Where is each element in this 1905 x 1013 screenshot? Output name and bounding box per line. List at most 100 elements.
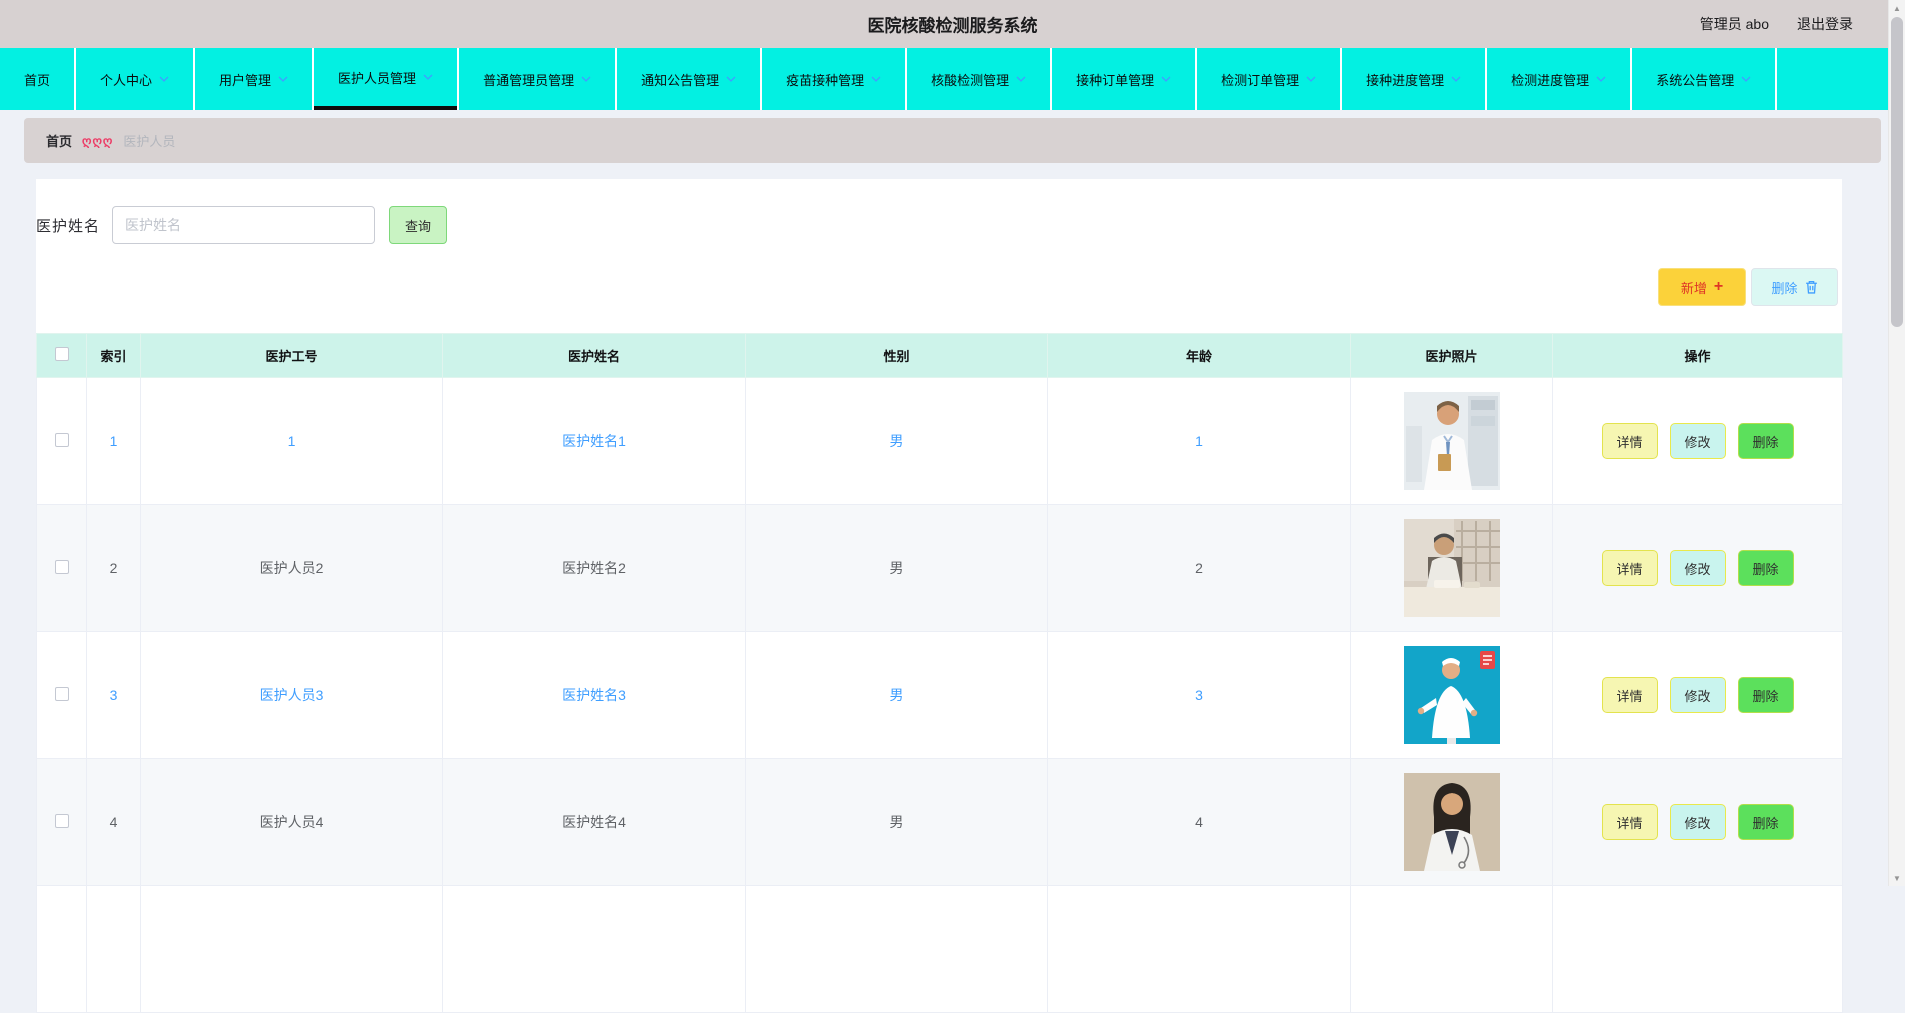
cell-name: 医护姓名3 — [442, 631, 746, 759]
nav-tab-user-management[interactable]: 用户管理 — [195, 48, 313, 110]
cell-staff-no: 医护人员2 — [140, 504, 443, 632]
vertical-scrollbar[interactable]: ▲ ▼ — [1888, 0, 1905, 886]
cell-age: 4 — [1047, 758, 1351, 886]
nav-tab-test-progress-management[interactable]: 检测进度管理 — [1487, 48, 1631, 110]
breadcrumb-home[interactable]: 首页 — [46, 131, 72, 150]
search-label: 医护姓名 — [36, 217, 101, 235]
cell-age: 1 — [1047, 377, 1351, 505]
chevron-down-icon — [726, 76, 736, 82]
cell-age: 3 — [1047, 631, 1351, 759]
detail-button[interactable]: 详情 — [1601, 804, 1658, 840]
detail-button[interactable]: 详情 — [1601, 550, 1658, 586]
chevron-down-icon — [159, 76, 169, 82]
row-checkbox[interactable] — [54, 686, 69, 701]
detail-button[interactable]: 详情 — [1601, 423, 1658, 459]
batch-delete-button[interactable]: 删除 — [1751, 268, 1838, 306]
row-actions: 详情 修改 删除 — [1553, 423, 1842, 459]
breadcrumb-separator-icon: ღღღ — [82, 133, 114, 148]
cell-index: 3 — [86, 631, 141, 759]
table-row[interactable]: 4 医护人员4 医护姓名4 男 4 详情 修改 删除 — [36, 758, 1843, 886]
row-checkbox[interactable] — [54, 432, 69, 447]
chevron-down-icon — [871, 76, 881, 82]
table-row[interactable]: 2 医护人员2 医护姓名2 男 2 详情 修改 删除 — [36, 504, 1843, 632]
chevron-down-icon — [1451, 76, 1461, 82]
scroll-up-arrow-icon[interactable]: ▲ — [1889, 0, 1905, 16]
header-checkbox-cell — [36, 333, 87, 378]
staff-name-input[interactable] — [112, 206, 376, 244]
row-checkbox[interactable] — [54, 559, 69, 574]
chevron-down-icon — [581, 76, 591, 82]
nav-tab-home[interactable]: 首页 — [0, 48, 75, 110]
select-all-checkbox[interactable] — [54, 347, 69, 361]
nav-tab-medical-staff-management[interactable]: 医护人员管理 — [314, 48, 458, 110]
query-button[interactable]: 查询 — [389, 206, 448, 244]
table-header-row: 索引 医护工号 医护姓名 性别 年龄 医护照片 操作 — [36, 333, 1843, 378]
delete-button[interactable]: 删除 — [1737, 804, 1794, 840]
cell-gender: 男 — [745, 758, 1048, 886]
delete-button[interactable]: 删除 — [1737, 550, 1794, 586]
cell-staff-no: 1 — [140, 377, 443, 505]
edit-button[interactable]: 修改 — [1669, 677, 1726, 713]
add-button[interactable]: 新增 + — [1658, 268, 1746, 306]
plus-icon: + — [1713, 278, 1724, 295]
scrollbar-thumb[interactable] — [1891, 17, 1903, 327]
staff-photo-female-doctor[interactable] — [1403, 773, 1500, 871]
staff-photo-male-doctor-standing[interactable] — [1403, 392, 1500, 490]
column-header-staff-no: 医护工号 — [140, 333, 443, 378]
chevron-down-icon — [423, 74, 433, 80]
chevron-down-icon — [1741, 76, 1751, 82]
column-header-photo: 医护照片 — [1350, 333, 1553, 378]
cell-name: 医护姓名1 — [442, 377, 746, 505]
nav-tab-general-admin-management[interactable]: 普通管理员管理 — [459, 48, 616, 110]
cell-name: 医护姓名2 — [442, 504, 746, 632]
cell-gender: 男 — [745, 504, 1048, 632]
column-header-age: 年龄 — [1047, 333, 1351, 378]
main-nav: 首页 个人中心 用户管理 医护人员管理 普通管理员管理 通知公告管理 疫苗接种管… — [0, 48, 1905, 110]
cell-staff-no: 医护人员4 — [140, 758, 443, 886]
chevron-down-icon — [1596, 76, 1606, 82]
cell-age: 2 — [1047, 504, 1351, 632]
row-actions: 详情 修改 删除 — [1553, 677, 1842, 713]
cell-index: 4 — [86, 758, 141, 886]
cell-staff-no: 医护人员3 — [140, 631, 443, 759]
row-checkbox[interactable] — [54, 813, 69, 828]
breadcrumb-current: 医护人员 — [123, 134, 176, 149]
nav-tab-vaccine-management[interactable]: 疫苗接种管理 — [762, 48, 906, 110]
nav-tab-vaccination-progress-management[interactable]: 接种进度管理 — [1342, 48, 1486, 110]
cell-gender: 男 — [745, 631, 1048, 759]
scroll-down-arrow-icon[interactable]: ▼ — [1889, 870, 1905, 886]
nav-tab-nucleic-test-management[interactable]: 核酸检测管理 — [907, 48, 1051, 110]
trash-icon — [1805, 280, 1818, 294]
cell-index: 2 — [86, 504, 141, 632]
top-header: 医院核酸检测服务系统 管理员 abo 退出登录 — [0, 0, 1905, 48]
edit-button[interactable]: 修改 — [1669, 550, 1726, 586]
page-title: 医院核酸检测服务系统 — [867, 16, 1038, 36]
staff-photo-doctor-at-desk[interactable] — [1403, 519, 1500, 617]
edit-button[interactable]: 修改 — [1669, 804, 1726, 840]
table-toolbar: 新增 + 删除 — [36, 268, 1842, 306]
staff-photo-nurse-teal-background[interactable] — [1403, 646, 1500, 744]
delete-button[interactable]: 删除 — [1737, 677, 1794, 713]
nav-filler — [1777, 48, 1905, 110]
table-row[interactable]: 1 1 医护姓名1 男 1 详情 修改 删除 — [36, 377, 1843, 505]
table-row[interactable]: 3 医护人员3 医护姓名3 男 3 详情 修改 删除 — [36, 631, 1843, 759]
admin-user-label: 管理员 abo — [1699, 16, 1769, 32]
nav-tab-personal-center[interactable]: 个人中心 — [76, 48, 194, 110]
detail-button[interactable]: 详情 — [1601, 677, 1658, 713]
column-header-operations: 操作 — [1552, 333, 1843, 378]
chevron-down-icon — [1306, 76, 1316, 82]
column-header-name: 医护姓名 — [442, 333, 746, 378]
breadcrumb: 首页 ღღღ 医护人员 — [24, 118, 1881, 163]
delete-button[interactable]: 删除 — [1737, 423, 1794, 459]
nav-tab-test-order-management[interactable]: 检测订单管理 — [1197, 48, 1341, 110]
cell-name: 医护姓名4 — [442, 758, 746, 886]
edit-button[interactable]: 修改 — [1669, 423, 1726, 459]
chevron-down-icon — [1161, 76, 1171, 82]
staff-table: 索引 医护工号 医护姓名 性别 年龄 医护照片 操作 1 1 医护姓名1 男 1 — [36, 333, 1843, 1013]
nav-tab-notice-management[interactable]: 通知公告管理 — [617, 48, 761, 110]
logout-link[interactable]: 退出登录 — [1797, 14, 1853, 34]
chevron-down-icon — [1016, 76, 1026, 82]
nav-tab-vaccination-order-management[interactable]: 接种订单管理 — [1052, 48, 1196, 110]
nav-tab-system-announcement-management[interactable]: 系统公告管理 — [1632, 48, 1776, 110]
column-header-index: 索引 — [86, 333, 141, 378]
